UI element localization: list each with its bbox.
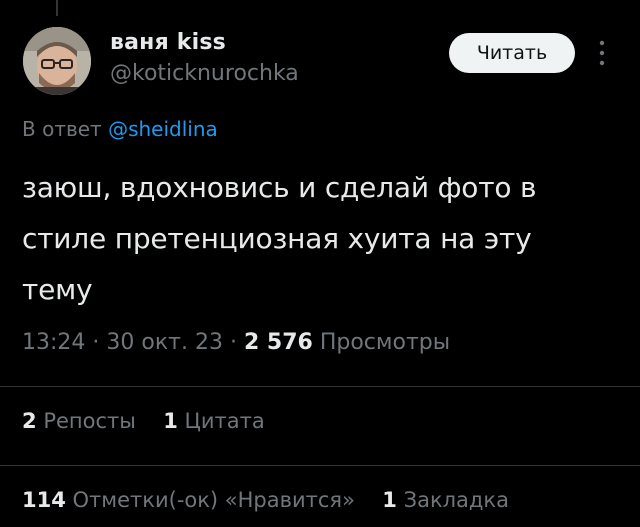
meta-separator: · <box>229 330 237 355</box>
reply-prefix: В ответ <box>22 117 102 141</box>
divider <box>0 386 640 387</box>
reposts-count: 2 <box>22 409 37 433</box>
tweet-date[interactable]: 30 окт. 23 <box>106 330 223 355</box>
bookmarks-count: 1 <box>382 488 397 512</box>
meta-separator: · <box>92 330 100 355</box>
tweet-meta: 13:24 · 30 окт. 23 · 2 576 Просмотры <box>22 330 450 355</box>
more-vertical-icon[interactable] <box>594 38 610 68</box>
bookmarks-stat[interactable]: 1 Закладка <box>382 488 509 512</box>
author-handle[interactable]: @koticknurochka <box>110 61 299 86</box>
views-label: Просмотры <box>319 330 451 355</box>
likes-count: 114 <box>22 488 66 512</box>
quotes-count: 1 <box>163 409 178 433</box>
likes-stat[interactable]: 114 Отметки(-ок) «Нравится» <box>22 488 362 512</box>
bookmarks-label: Закладка <box>403 488 509 512</box>
reposts-stat[interactable]: 2 Репосты <box>22 409 143 433</box>
stats-row-likes-bookmarks: 114 Отметки(-ок) «Нравится» 1 Закладка <box>22 488 509 512</box>
reposts-label: Репосты <box>43 409 136 433</box>
author-display-name[interactable]: ваня kiss <box>110 30 226 55</box>
avatar-image <box>23 27 91 95</box>
quotes-stat[interactable]: 1 Цитата <box>163 409 264 433</box>
reply-mention-link[interactable]: @sheidlina <box>108 117 218 141</box>
reply-context: В ответ @sheidlina <box>22 117 218 141</box>
avatar[interactable] <box>23 27 91 95</box>
follow-button[interactable]: Читать <box>449 33 575 73</box>
thread-connector <box>56 0 58 16</box>
likes-label: Отметки(-ок) «Нравится» <box>72 488 355 512</box>
divider <box>0 465 640 466</box>
tweet-text: заюш, вдохновись и сделай фото в стиле п… <box>22 171 537 306</box>
quotes-label: Цитата <box>184 409 265 433</box>
tweet-time[interactable]: 13:24 <box>22 330 85 355</box>
views-count: 2 576 <box>243 330 313 355</box>
stats-row-reposts-quotes: 2 Репосты 1 Цитата <box>22 409 265 433</box>
